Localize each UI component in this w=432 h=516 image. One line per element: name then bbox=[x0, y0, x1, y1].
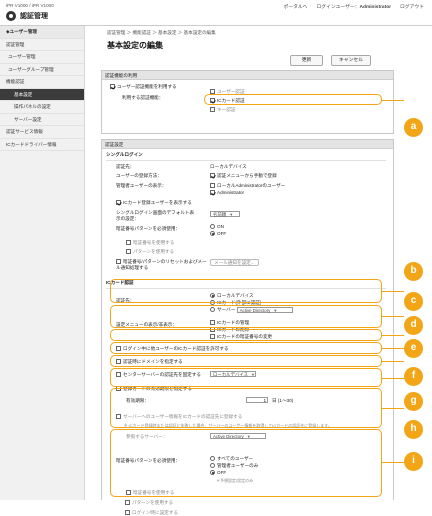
sidebar: ◆ユーザー管理 認証管理 ユーザー管理 ユーザーグループ管理 機能認証 基本設定… bbox=[0, 26, 85, 500]
callout-f: f bbox=[404, 367, 423, 386]
highlight-d bbox=[110, 329, 382, 341]
reset-notify-checkbox[interactable]: 暗証番号/パターンのリセットおよびメール通知処理する bbox=[116, 259, 211, 271]
sidebar-item-auth-service-info[interactable]: 認証サービス情報 bbox=[0, 126, 84, 139]
sidebar-item-auth-management[interactable]: 認証管理 bbox=[0, 39, 84, 51]
reg-method-label: ユーザーの登録方法： bbox=[116, 173, 162, 178]
auth-dest-label: 認証先： bbox=[116, 164, 135, 169]
highlight-a bbox=[204, 94, 382, 105]
update-button[interactable]: 更新 bbox=[290, 55, 323, 66]
sidebar-item-function-auth[interactable]: 機能認証 bbox=[0, 76, 84, 89]
sidebar-item-server-settings[interactable]: サーバー設定 bbox=[0, 114, 84, 126]
single-login-heading: シングルログイン bbox=[106, 152, 143, 157]
default-screen-label: シングルログイン画面のデフォルト表示の設定： bbox=[116, 210, 195, 221]
highlight-f bbox=[110, 355, 382, 367]
reg-method-checkbox[interactable]: 認証メニューから手動で登録 bbox=[210, 173, 277, 179]
use-pattern-checkbox[interactable]: パターンを使用する bbox=[126, 249, 174, 255]
app-title-text: 認証管理 bbox=[20, 13, 48, 20]
methods-label: 利用する認証機能： bbox=[122, 95, 164, 100]
ic-use-pattern-checkbox[interactable]: パターンを使用する bbox=[125, 500, 173, 506]
ic-login-set-checkbox[interactable]: ログイン時に設定する bbox=[125, 510, 178, 516]
highlight-e bbox=[110, 342, 382, 354]
logout-link[interactable]: ログアウト bbox=[400, 3, 424, 10]
section-title: 認証設定 bbox=[102, 140, 393, 149]
callout-d: d bbox=[404, 316, 423, 335]
gear-icon bbox=[6, 11, 16, 21]
callout-g: g bbox=[404, 392, 423, 411]
login-user: ログインユーザー：Administrator bbox=[316, 5, 391, 10]
pin-on-radio[interactable]: ON bbox=[210, 224, 224, 229]
sidebar-back[interactable]: ◆ユーザー管理 bbox=[0, 26, 84, 39]
callout-a: a bbox=[404, 118, 423, 137]
app-title: 認証管理 bbox=[6, 11, 48, 21]
highlight-g bbox=[110, 368, 382, 387]
sidebar-item-panel-settings[interactable]: 操作パネルの設定 bbox=[0, 101, 84, 114]
sidebar-item-ic-driver-info[interactable]: ICカードドライバー情報 bbox=[0, 139, 84, 151]
callout-h: h bbox=[404, 420, 423, 439]
pin-off-radio[interactable]: OFF bbox=[210, 231, 226, 236]
header-links: ポータルへ ログインユーザー：Administrator ログアウト bbox=[283, 3, 424, 10]
highlight-c bbox=[110, 305, 382, 328]
page-title: 基本設定の編集 bbox=[107, 41, 163, 50]
admin-display-opt1[interactable]: ローカルAdministratorのユーザー bbox=[210, 183, 285, 189]
admin-display-label: 管理者ユーザーの表示： bbox=[116, 183, 167, 188]
callout-e: e bbox=[404, 339, 423, 358]
callout-b: b bbox=[404, 262, 423, 281]
mail-settings-button[interactable]: メール通知を設定... bbox=[210, 259, 259, 266]
highlight-i bbox=[110, 429, 382, 497]
portal-link[interactable]: ポータルへ bbox=[283, 3, 307, 10]
callout-c: c bbox=[404, 292, 423, 311]
sidebar-item-user-management[interactable]: ユーザー管理 bbox=[0, 51, 84, 64]
cancel-button[interactable]: キャンセル bbox=[331, 55, 371, 66]
show-ic-users-checkbox[interactable]: ICカード登録ユーザーを表示する bbox=[116, 200, 192, 206]
device-name: iPR V1000 / iPR V1000 bbox=[6, 3, 54, 8]
use-pin-checkbox[interactable]: 暗証番号を使用する bbox=[126, 240, 174, 246]
method-key-auth[interactable]: キー認証 bbox=[210, 107, 235, 113]
auth-dest-value: ローカルデバイス bbox=[210, 164, 247, 169]
highlight-b bbox=[110, 279, 382, 303]
pin-required-label: 暗証番号パターンを必須使用： bbox=[116, 226, 181, 231]
sidebar-item-user-group[interactable]: ユーザーグループ管理 bbox=[0, 64, 84, 76]
callout-i: i bbox=[404, 452, 423, 471]
breadcrumb: 認証管理 ＞ 機能認証 ＞ 基本設定 ＞ 基本設定の編集 bbox=[107, 30, 216, 35]
use-auth-checkbox[interactable]: ユーザー認証機能を利用する bbox=[110, 84, 177, 90]
top-bar: iPR V1000 / iPR V1000 認証管理 ポータルへ ログインユーザ… bbox=[0, 0, 432, 26]
section-title: 認証機能の利用 bbox=[102, 71, 393, 80]
highlight-h bbox=[110, 388, 382, 428]
chevron-down-icon: ▼ bbox=[229, 212, 234, 217]
sidebar-item-basic-settings[interactable]: 基本設定 bbox=[0, 88, 84, 101]
admin-display-opt2[interactable]: Administrator bbox=[210, 190, 244, 195]
default-screen-select[interactable]: 名前順 ▼ bbox=[210, 211, 240, 217]
